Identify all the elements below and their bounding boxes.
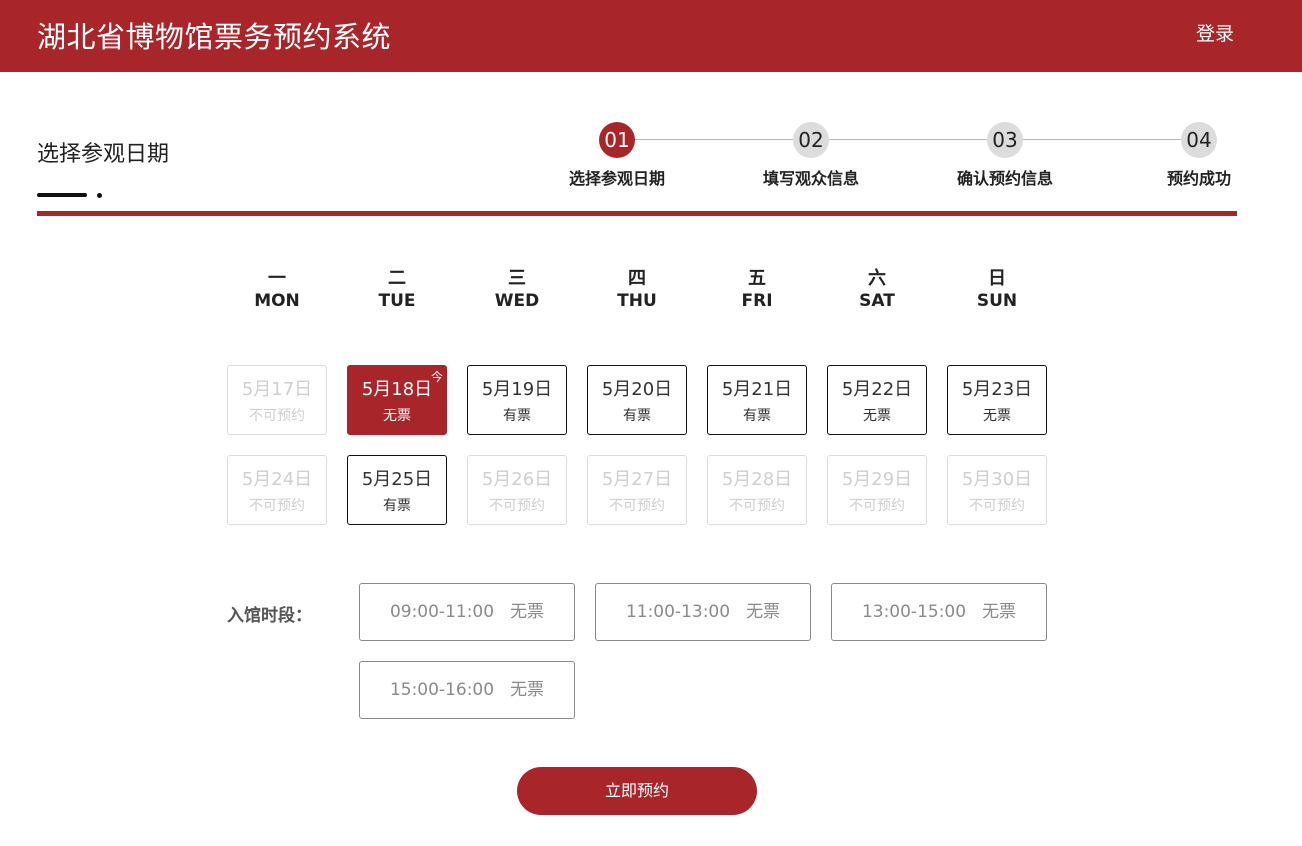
weekday-cn: 五: [748, 268, 766, 289]
step-1-number: 01: [599, 122, 635, 158]
step-connector: [634, 139, 793, 140]
ticket-status: 无票: [863, 408, 891, 424]
date-label: 5月19日: [481, 379, 553, 400]
weekday-en: THU: [617, 291, 657, 311]
weekday-en: FRI: [741, 291, 773, 311]
slot-status: 无票: [982, 602, 1017, 622]
date-cell: 5月29日 不可预约: [827, 455, 927, 525]
time-slot[interactable]: 09:00-11:00 无票: [359, 583, 575, 641]
weekday-fri: 五 FRI: [707, 268, 807, 312]
date-cell[interactable]: 5月19日 有票: [467, 365, 567, 435]
ticket-status: 有票: [743, 408, 771, 424]
date-cell: 5月30日 不可预约: [947, 455, 1047, 525]
step-4-number: 04: [1181, 122, 1217, 158]
ticket-status: 不可预约: [969, 498, 1025, 514]
section-divider: [37, 211, 1237, 216]
date-label: 5月23日: [961, 379, 1033, 400]
date-label: 5月17日: [241, 379, 313, 400]
time-slot[interactable]: 15:00-16:00 无票: [359, 661, 575, 719]
page-title: 选择参观日期: [37, 142, 170, 167]
date-cell: 5月24日 不可预约: [227, 455, 327, 525]
weekday-tue: 二 TUE: [347, 268, 447, 312]
ticket-status: 不可预约: [609, 498, 665, 514]
ticket-status: 不可预约: [489, 498, 545, 514]
site-title: 湖北省博物馆票务预约系统: [37, 20, 392, 54]
ticket-status: 有票: [503, 408, 531, 424]
weekday-en: WED: [494, 291, 540, 311]
slot-time: 15:00-16:00: [389, 680, 495, 700]
step-1-label: 选择参观日期: [568, 169, 665, 188]
weekday-sun: 日 SUN: [947, 268, 1047, 312]
weekday-cn: 三: [508, 268, 526, 289]
date-cell[interactable]: 5月20日 有票: [587, 365, 687, 435]
ticket-status: 不可预约: [849, 498, 905, 514]
weekday-cn: 一: [268, 268, 286, 289]
slot-time: 13:00-15:00: [861, 602, 967, 622]
step-2-number: 02: [793, 122, 829, 158]
slot-status: 无票: [510, 602, 545, 622]
ticket-status: 无票: [983, 408, 1011, 424]
time-slot[interactable]: 13:00-15:00 无票: [831, 583, 1047, 641]
date-cell-selected[interactable]: 今 5月18日 无票: [347, 365, 447, 435]
weekday-thu: 四 THU: [587, 268, 687, 312]
slot-status: 无票: [746, 602, 781, 622]
slot-time: 11:00-13:00: [625, 602, 731, 622]
date-cell: 5月17日 不可预约: [227, 365, 327, 435]
weekday-en: SUN: [976, 291, 1018, 311]
weekday-cn: 四: [628, 268, 646, 289]
ticket-status: 不可预约: [249, 498, 305, 514]
date-cell: 5月28日 不可预约: [707, 455, 807, 525]
slot-status: 无票: [510, 680, 545, 700]
date-label: 5月22日: [841, 379, 913, 400]
date-label: 5月25日: [361, 469, 433, 490]
ticket-status: 不可预约: [729, 498, 785, 514]
header-bar: 湖北省博物馆票务预约系统 登录: [0, 0, 1302, 72]
step-4-label: 预约成功: [1166, 169, 1231, 188]
weekday-sat: 六 SAT: [827, 268, 927, 312]
step-3-number: 03: [987, 122, 1023, 158]
ticket-status: 有票: [383, 498, 411, 514]
date-label: 5月20日: [601, 379, 673, 400]
date-cell[interactable]: 5月23日 无票: [947, 365, 1047, 435]
date-cell[interactable]: 5月21日 有票: [707, 365, 807, 435]
date-label: 5月21日: [721, 379, 793, 400]
weekday-cn: 六: [868, 268, 886, 289]
date-label: 5月27日: [601, 469, 673, 490]
time-slot[interactable]: 11:00-13:00 无票: [595, 583, 811, 641]
date-label: 5月24日: [241, 469, 313, 490]
weekday-en: SAT: [859, 291, 895, 311]
title-underline: [37, 193, 87, 197]
step-connector: [829, 139, 987, 140]
date-label: 5月29日: [841, 469, 913, 490]
step-3-label: 确认预约信息: [956, 169, 1053, 188]
date-label: 5月26日: [481, 469, 553, 490]
entry-time-label: 入馆时段：: [227, 606, 312, 626]
weekday-wed: 三 WED: [467, 268, 567, 312]
ticket-status: 有票: [623, 408, 651, 424]
weekday-en: MON: [254, 291, 300, 311]
today-badge: 今: [430, 370, 443, 384]
date-label: 5月30日: [961, 469, 1033, 490]
date-cell: 5月26日 不可预约: [467, 455, 567, 525]
step-2-label: 填写观众信息: [762, 169, 859, 188]
weekday-cn: 二: [388, 268, 406, 289]
weekday-cn: 日: [988, 268, 1006, 289]
ticket-status: 无票: [383, 408, 411, 424]
step-connector: [1023, 139, 1181, 140]
date-cell: 5月27日 不可预约: [587, 455, 687, 525]
title-underline-dot: [97, 193, 102, 198]
slot-time: 09:00-11:00: [389, 602, 495, 622]
login-link[interactable]: 登录: [1196, 19, 1234, 46]
weekday-en: TUE: [378, 291, 416, 311]
book-now-button[interactable]: 立即预约: [517, 767, 757, 815]
date-label: 5月28日: [721, 469, 793, 490]
date-cell[interactable]: 5月25日 有票: [347, 455, 447, 525]
ticket-status: 不可预约: [249, 408, 305, 424]
weekday-mon: 一 MON: [227, 268, 327, 312]
date-cell[interactable]: 5月22日 无票: [827, 365, 927, 435]
